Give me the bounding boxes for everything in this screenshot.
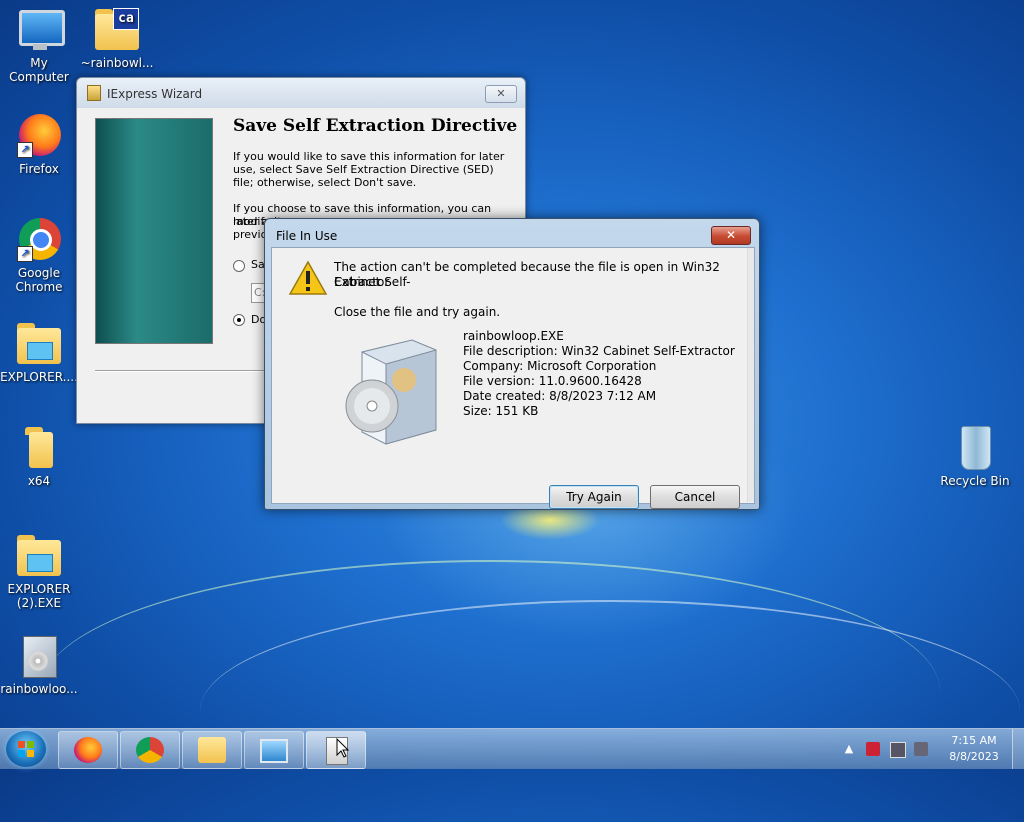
computer-icon [15, 6, 65, 54]
chrome-icon [136, 737, 164, 763]
cd-package-icon [345, 339, 437, 445]
chrome-icon: ↗ [15, 216, 63, 264]
desktop-icon-label: rainbowloo... [0, 682, 78, 696]
file-date-created: Date created: 8/8/2023 7:12 AM [463, 389, 657, 403]
folder-icon [15, 424, 63, 472]
wizard-title: IExpress Wizard [107, 87, 203, 101]
volume-icon[interactable] [914, 742, 928, 756]
dialog-message-line-2: Extractor [334, 275, 390, 289]
wizard-close-button[interactable]: ✕ [485, 85, 517, 103]
dialog-instruction: Close the file and try again. [334, 305, 501, 319]
desktop-icon-x64[interactable]: x64 [0, 424, 79, 488]
dialog-message-line-1: The action can't be completed because th… [334, 260, 720, 289]
save-sed-radio[interactable] [233, 260, 245, 272]
desktop-icon-google-chrome[interactable]: ↗ Google Chrome [0, 216, 79, 294]
clock-date: 8/8/2023 [949, 750, 999, 763]
mouse-cursor-icon [336, 738, 350, 758]
desktop-icon-rainbowloop-folder[interactable]: ca ~rainbowl... [77, 6, 157, 70]
iexpress-icon [87, 85, 101, 101]
cancel-button[interactable]: Cancel [650, 485, 740, 509]
taskbar-control-panel[interactable] [244, 731, 304, 769]
network-icon[interactable] [890, 742, 906, 758]
taskbar-chrome[interactable] [120, 731, 180, 769]
clock-time: 7:15 AM [951, 734, 997, 747]
windows-flag-icon [18, 741, 34, 757]
folder-icon [198, 737, 226, 763]
show-desktop-button[interactable] [1012, 729, 1024, 769]
file-size: Size: 151 KB [463, 404, 539, 418]
dialog-title: File In Use [276, 229, 338, 243]
wizard-paragraph-1: If you would like to save this informati… [233, 150, 505, 189]
desktop-icon-explorer[interactable]: EXPLORER.... [0, 320, 79, 384]
desktop-icon-label: Recycle Bin [940, 474, 1010, 488]
desktop-icon-label: EXPLORER (2).EXE [7, 582, 71, 610]
explorer-folder-icon [15, 320, 63, 368]
wizard-side-banner [95, 118, 213, 344]
file-details: rainbowloop.EXE File description: Win32 … [463, 329, 735, 419]
cd-package-icon [15, 632, 63, 680]
desktop-icon-label: x64 [27, 474, 51, 488]
try-again-button[interactable]: Try Again [549, 485, 639, 509]
desktop-icon-explorer-2[interactable]: EXPLORER (2).EXE [0, 532, 79, 610]
desktop-icon-rainbowloop-exe[interactable]: rainbowloo... [0, 632, 79, 696]
taskbar-clock[interactable]: 7:15 AM 8/8/2023 [946, 733, 1002, 765]
desktop-icon-label: ~rainbowl... [80, 56, 154, 70]
cab-folder-icon: ca [93, 6, 141, 54]
wizard-titlebar[interactable]: IExpress Wizard ✕ [77, 78, 525, 108]
start-button[interactable] [6, 731, 46, 767]
desktop-icon-firefox[interactable]: ↗ Firefox [0, 112, 79, 176]
warning-icon [288, 260, 328, 295]
firefox-icon [74, 737, 102, 763]
desktop-icon-label: Firefox [19, 162, 59, 176]
file-version: File version: 11.0.9600.16428 [463, 374, 642, 388]
firefox-icon: ↗ [15, 112, 63, 160]
file-name: rainbowloop.EXE [463, 329, 564, 343]
file-company: Company: Microsoft Corporation [463, 359, 657, 373]
dialog-close-button[interactable]: ✕ [711, 226, 751, 245]
wizard-heading: Save Self Extraction Directive [233, 116, 518, 136]
action-center-icon[interactable] [866, 742, 880, 756]
taskbar: ▲ 7:15 AM 8/8/2023 [0, 728, 1024, 769]
control-panel-icon [260, 739, 288, 763]
dialog-scroll-strip [747, 248, 754, 502]
desktop-icon-label: Google Chrome [15, 266, 63, 294]
file-description: File description: Win32 Cabinet Self-Ext… [463, 344, 735, 358]
explorer-folder-icon [15, 532, 63, 580]
tray-overflow-arrow[interactable]: ▲ [842, 742, 856, 756]
taskbar-explorer[interactable] [182, 731, 242, 769]
dont-save-radio[interactable] [233, 314, 245, 326]
desktop-icon-label: My Computer [9, 56, 69, 84]
desktop-icon-recycle-bin[interactable]: Recycle Bin [935, 424, 1015, 488]
desktop-icon-label: EXPLORER.... [0, 370, 78, 384]
recycle-bin-icon [951, 424, 999, 472]
desktop-icon-my-computer[interactable]: My Computer [0, 6, 79, 84]
taskbar-firefox[interactable] [58, 731, 118, 769]
